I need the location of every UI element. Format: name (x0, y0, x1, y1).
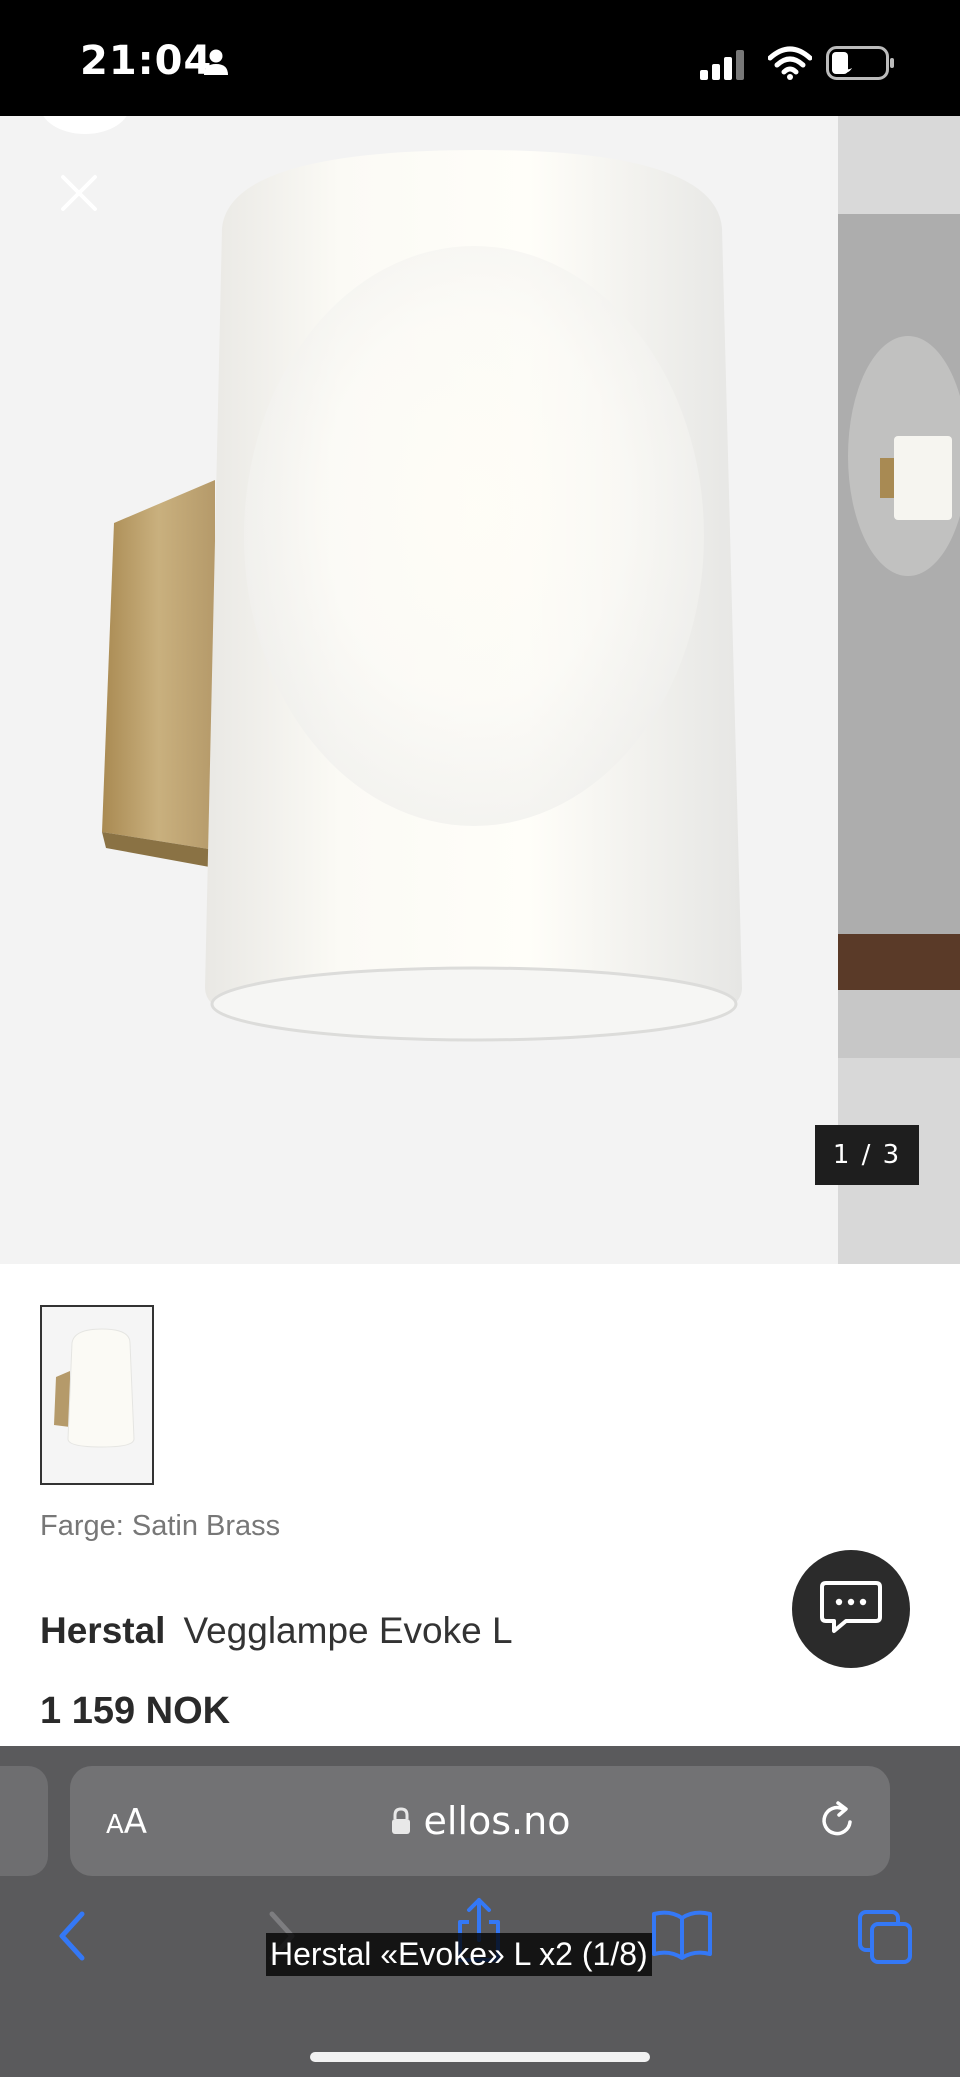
chat-button[interactable] (792, 1550, 910, 1668)
home-indicator[interactable] (310, 2052, 650, 2062)
lock-icon (390, 1806, 412, 1836)
close-icon (59, 173, 99, 218)
product-brand[interactable]: Herstal (40, 1610, 165, 1651)
reload-button[interactable] (816, 1798, 860, 1847)
bookmarks-button[interactable] (650, 1908, 714, 1967)
back-button[interactable] (52, 1906, 92, 1971)
status-bar: 21:04 (0, 0, 960, 116)
person-icon (202, 48, 230, 81)
close-button[interactable] (50, 166, 108, 224)
tabs-icon (856, 1910, 914, 1970)
product-gallery[interactable]: 1 / 3 (0, 116, 960, 1264)
battery-icon (826, 46, 896, 85)
product-thumbnail[interactable] (40, 1305, 154, 1485)
browser-chrome: AA ellos.no Herstal «Evoke» L x2 (1/8) (0, 1746, 960, 2077)
chat-icon (820, 1579, 882, 1640)
status-time: 21:04 (80, 38, 213, 84)
product-title[interactable]: Herstal Vegglampe Evoke L (40, 1610, 513, 1652)
color-label: Farge: Satin Brass (40, 1510, 281, 1542)
product-image-next[interactable] (838, 116, 960, 1264)
caption-overlay: Herstal «Evoke» L x2 (1/8) (266, 1933, 652, 1976)
url-field[interactable]: ellos.no (70, 1766, 890, 1876)
previous-tab[interactable] (0, 1766, 48, 1876)
url-text: ellos.no (423, 1799, 571, 1843)
product-price: 1 159 NOK (40, 1690, 231, 1732)
tabs-button[interactable] (856, 1908, 914, 1971)
signal-icon (700, 50, 748, 85)
product-image-main[interactable] (0, 116, 838, 1264)
bookmarks-icon (650, 1910, 714, 1966)
address-bar[interactable]: AA ellos.no (70, 1766, 890, 1876)
image-counter: 1 / 3 (815, 1125, 919, 1185)
wifi-icon (767, 46, 813, 85)
product-name: Vegglampe Evoke L (183, 1610, 513, 1651)
back-icon (52, 1911, 92, 1970)
reload-icon (816, 1801, 860, 1846)
